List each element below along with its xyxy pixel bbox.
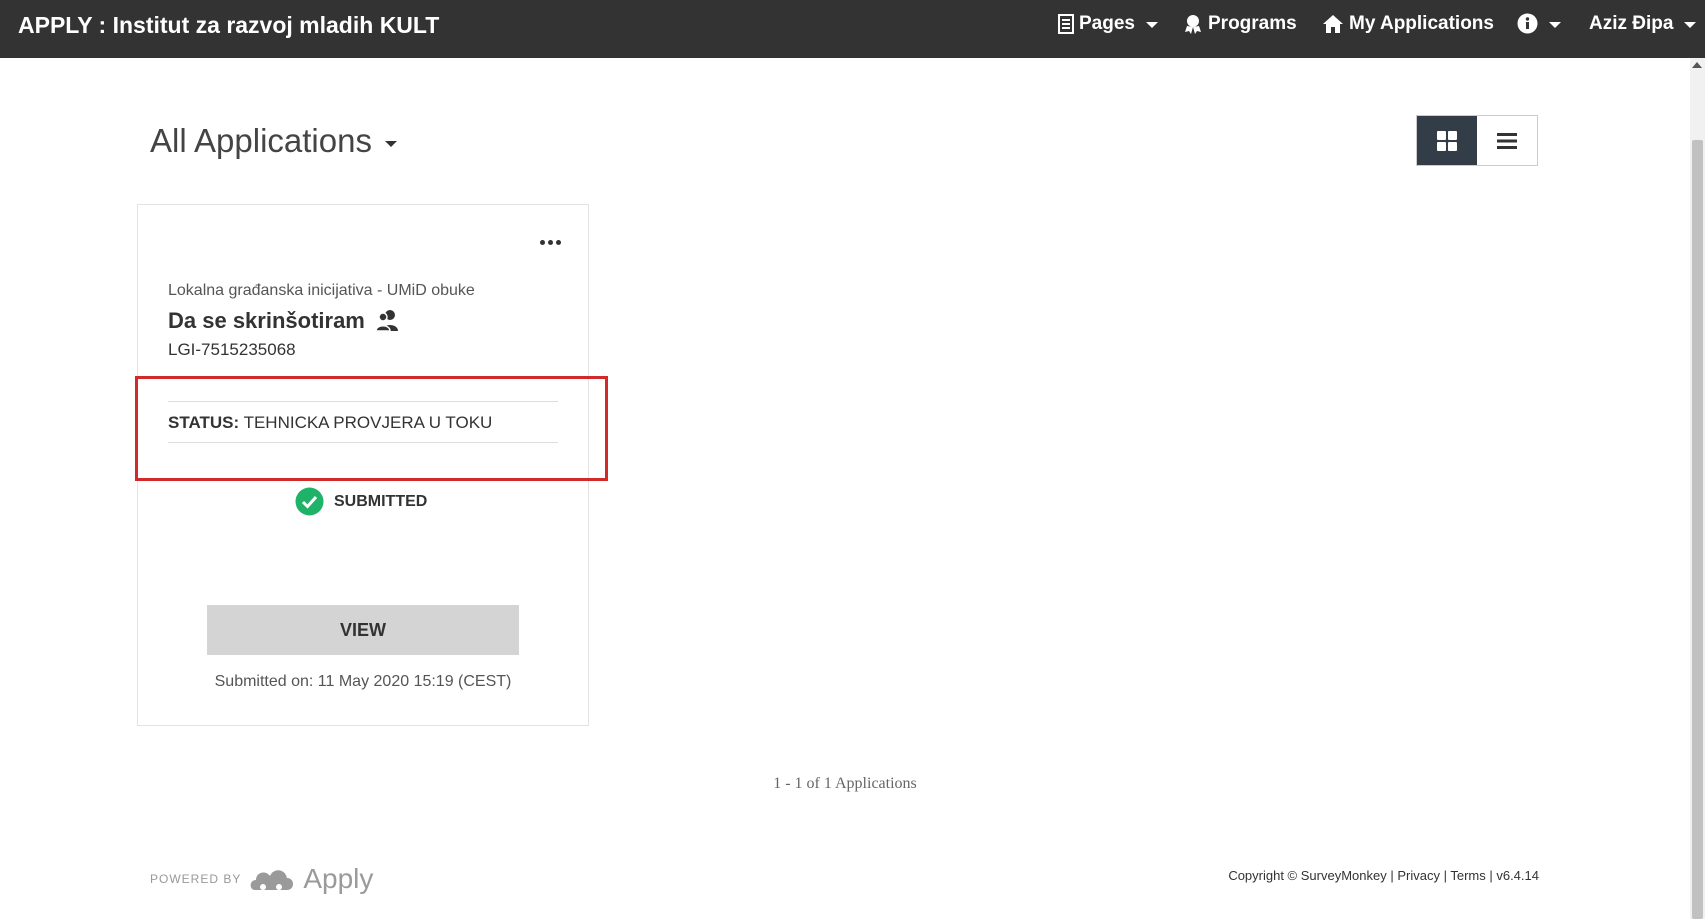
nav-my-applications[interactable]: My Applications xyxy=(1322,13,1494,35)
grid-view-button[interactable] xyxy=(1417,116,1477,165)
home-icon xyxy=(1322,14,1344,34)
chevron-down-icon xyxy=(1549,21,1561,28)
brand-title[interactable]: APPLY : Institut za razvoj mladih KULT xyxy=(18,12,439,39)
powered-by-logo[interactable]: POWERED BY Apply xyxy=(150,862,373,896)
list-view-button[interactable] xyxy=(1477,116,1537,165)
users-icon xyxy=(375,310,398,332)
application-id: LGI-7515235068 xyxy=(168,340,296,359)
version-text: v6.4.14 xyxy=(1496,868,1539,883)
nav-info[interactable] xyxy=(1517,13,1561,34)
submitted-label: SUBMITTED xyxy=(334,492,428,510)
view-toggle xyxy=(1416,115,1538,166)
scrollbar-thumb[interactable] xyxy=(1692,140,1703,919)
nav-programs[interactable]: Programs xyxy=(1183,13,1297,35)
grid-icon xyxy=(1437,130,1457,151)
terms-link[interactable]: Terms xyxy=(1450,868,1485,883)
page-title: All Applications xyxy=(150,122,372,159)
copyright-text: Copyright © SurveyMonkey xyxy=(1228,868,1387,883)
pages-icon xyxy=(1058,14,1074,34)
more-options-icon[interactable] xyxy=(540,236,562,248)
apply-logo-icon xyxy=(250,870,294,890)
pagination-summary: 1 - 1 of 1 Applications xyxy=(773,775,917,792)
list-icon xyxy=(1497,132,1517,149)
check-circle-icon xyxy=(295,487,324,516)
program-name: Lokalna građanska inicijativa - UMiD obu… xyxy=(168,282,475,299)
nav-user-menu[interactable]: Aziz Đipa xyxy=(1589,13,1697,35)
footer-links: Copyright © SurveyMonkey | Privacy | Ter… xyxy=(1228,868,1539,883)
submitted-badge: SUBMITTED xyxy=(295,487,427,516)
privacy-link[interactable]: Privacy xyxy=(1397,868,1440,883)
nav-my-applications-label: My Applications xyxy=(1349,13,1494,34)
chevron-down-icon xyxy=(1684,22,1697,28)
nav-pages-label: Pages xyxy=(1079,13,1135,34)
nav-programs-label: Programs xyxy=(1208,13,1297,34)
status-highlight-box xyxy=(135,376,608,481)
powered-by-label: POWERED BY xyxy=(150,872,242,886)
application-name-text: Da se skrinšotiram xyxy=(168,308,365,333)
chevron-down-icon xyxy=(1145,22,1158,28)
application-name: Da se skrinšotiram xyxy=(168,308,401,334)
view-button[interactable]: VIEW xyxy=(207,605,519,655)
submitted-on-date: Submitted on: 11 May 2020 15:19 (CEST) xyxy=(214,673,512,690)
chevron-down-icon xyxy=(384,140,397,147)
user-name: Aziz Đipa xyxy=(1589,13,1674,34)
info-icon xyxy=(1517,13,1538,34)
applications-filter-dropdown[interactable]: All Applications xyxy=(150,122,397,160)
award-icon xyxy=(1183,14,1203,34)
apply-brand-text: Apply xyxy=(303,863,374,894)
nav-pages[interactable]: Pages xyxy=(1058,13,1158,35)
scroll-up-arrow-icon[interactable] xyxy=(1692,62,1702,68)
top-navbar: APPLY : Institut za razvoj mladih KULT P… xyxy=(0,0,1705,58)
